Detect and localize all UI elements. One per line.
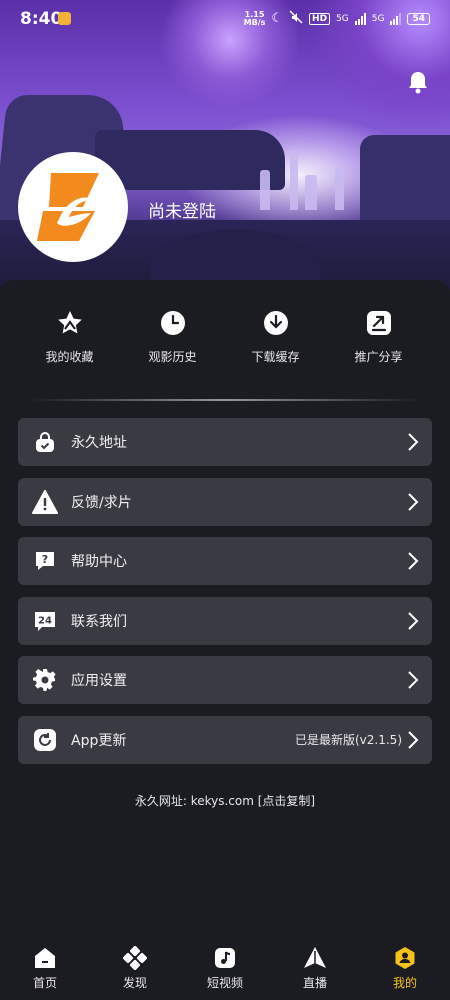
menu-item-label: 帮助中心 — [71, 554, 127, 571]
signal-icon — [354, 12, 366, 25]
chevron-right-icon — [408, 552, 419, 570]
menu-item-app-settings[interactable]: 应用设置 — [18, 656, 432, 705]
gear-icon — [32, 667, 58, 693]
clock-icon — [158, 308, 188, 338]
net-speed: 1.15 MB/s — [243, 10, 266, 27]
menu-item-label: 联系我们 — [71, 613, 127, 630]
signal-icon-2 — [390, 12, 402, 25]
main-panel: 我的收藏 观影历史 下载缓存 推广分享 永久地址 反馈/求片 ? 帮助中心 24… — [0, 280, 450, 940]
mute-icon — [289, 10, 303, 27]
quick-action-label: 我的收藏 — [45, 350, 94, 364]
svg-text:24: 24 — [38, 615, 52, 626]
signal-5g-label: 5G — [336, 13, 349, 24]
music-note-icon — [213, 946, 237, 970]
app-logo-icon — [37, 173, 99, 241]
menu-item-label: App更新 — [71, 732, 127, 749]
notification-app-icon — [58, 12, 71, 25]
banner-spire — [305, 175, 317, 210]
nav-discover[interactable]: 发现 — [90, 940, 180, 1000]
quick-action-history[interactable]: 观影历史 — [121, 308, 224, 365]
download-icon — [261, 308, 291, 338]
chevron-right-icon — [408, 612, 419, 630]
quick-action-label: 观影历史 — [148, 350, 197, 364]
chevron-right-icon — [408, 433, 419, 451]
menu-item-app-update[interactable]: App更新 已是最新版(v2.1.5) — [18, 715, 432, 764]
app-logo-avatar[interactable] — [18, 152, 128, 262]
divider — [30, 399, 420, 401]
chevron-right-icon — [408, 671, 419, 690]
quick-action-label: 下载缓存 — [251, 350, 300, 364]
menu-item-feedback[interactable]: 反馈/求片 — [18, 477, 432, 526]
help-icon: ? — [32, 548, 58, 574]
lock-bag-icon — [32, 429, 58, 455]
24h-icon: 24 — [32, 608, 58, 634]
status-bar: 8:40 1.15 MB/s ☾ HD 5G 5G 54 — [0, 0, 450, 38]
star-icon — [55, 308, 85, 338]
banner-rock — [95, 130, 285, 190]
banner-spire — [335, 168, 344, 210]
app-version-status: 已是最新版(v2.1.5) — [295, 733, 402, 748]
signal-5g-label-2: 5G — [371, 13, 385, 24]
menu-item-contact-us[interactable]: 24 联系我们 — [18, 596, 432, 645]
permanent-url-copy-link[interactable]: 永久网址: kekys.com [点击复制] — [0, 792, 450, 809]
net-speed-unit: MB/s — [243, 17, 266, 27]
banner-spire — [290, 150, 298, 210]
nav-label: 短视频 — [206, 976, 243, 990]
quick-action-favorites[interactable]: 我的收藏 — [18, 308, 121, 365]
menu-item-label: 反馈/求片 — [71, 494, 132, 511]
menu-item-help-center[interactable]: ? 帮助中心 — [18, 537, 432, 586]
menu-item-label: 永久地址 — [71, 435, 127, 451]
moon-icon: ☾ — [271, 11, 284, 26]
refresh-icon — [32, 727, 58, 753]
bottom-nav: 首页 发现 短视频 直播 我的 — [0, 940, 450, 1000]
status-time: 8:40 — [20, 9, 63, 29]
banner-spire — [260, 170, 270, 210]
quick-action-share[interactable]: 推广分享 — [327, 308, 430, 365]
settings-menu: 永久地址 反馈/求片 ? 帮助中心 24 联系我们 应用设置 App更新 已是最… — [18, 418, 432, 776]
nav-label: 我的 — [392, 976, 417, 990]
hd-badge: HD — [309, 12, 331, 25]
chevron-right-icon — [408, 492, 419, 511]
menu-item-permanent-address[interactable]: 永久地址 — [18, 418, 432, 466]
battery-indicator: 54 — [407, 12, 430, 25]
menu-item-label: 应用设置 — [71, 673, 127, 690]
live-icon — [303, 946, 327, 970]
quick-action-label: 推广分享 — [354, 350, 403, 364]
nav-live[interactable]: 直播 — [270, 940, 360, 1000]
quick-actions: 我的收藏 观影历史 下载缓存 推广分享 — [0, 308, 450, 365]
nav-me[interactable]: 我的 — [360, 940, 450, 1000]
nav-label: 首页 — [32, 976, 57, 990]
nav-home[interactable]: 首页 — [0, 940, 90, 1000]
share-icon — [364, 308, 394, 338]
nav-label: 直播 — [302, 976, 327, 990]
notification-bell-icon[interactable] — [404, 68, 432, 96]
user-icon — [393, 946, 417, 970]
svg-text:?: ? — [42, 553, 48, 566]
home-icon — [33, 946, 57, 970]
status-icons: 1.15 MB/s ☾ HD 5G 5G 54 — [244, 10, 430, 27]
quick-action-downloads[interactable]: 下载缓存 — [224, 308, 327, 365]
nav-label: 发现 — [122, 976, 147, 990]
username-label[interactable]: 尚未登陆 — [148, 197, 216, 222]
warning-icon — [32, 489, 58, 515]
chevron-right-icon — [408, 731, 419, 749]
nav-short-video[interactable]: 短视频 — [180, 940, 270, 1000]
discover-icon — [123, 946, 147, 970]
